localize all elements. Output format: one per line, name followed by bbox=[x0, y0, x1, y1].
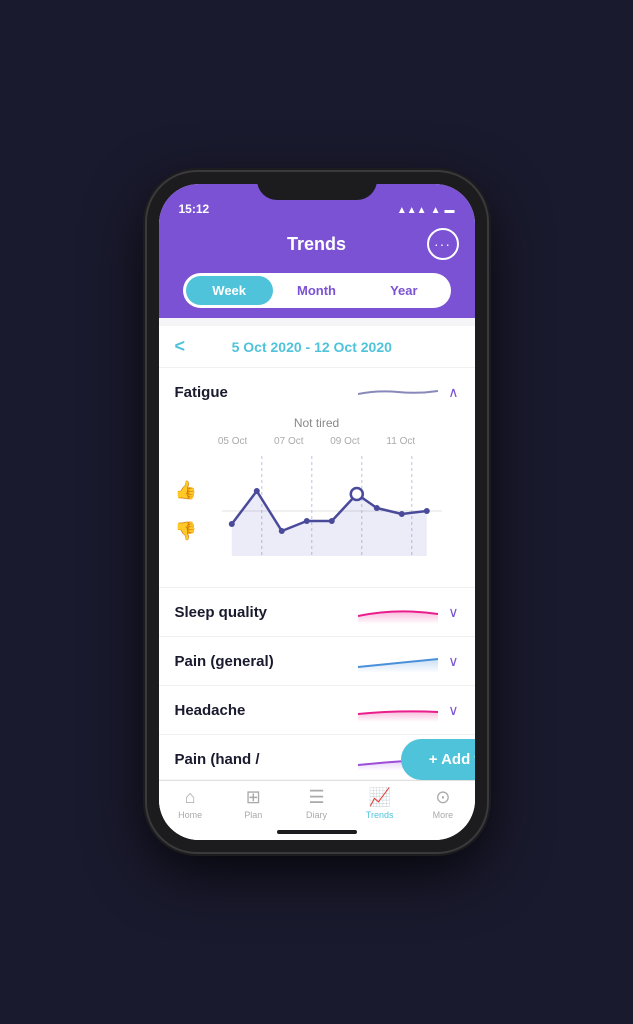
trend-fatigue-preview bbox=[358, 380, 438, 404]
tab-year[interactable]: Year bbox=[360, 276, 447, 305]
notch bbox=[257, 172, 377, 200]
signal-icon: ▲▲▲ bbox=[397, 205, 427, 216]
nav-home-label: Home bbox=[178, 810, 202, 820]
nav-trends-label: Trends bbox=[366, 810, 394, 820]
trend-sleep-preview bbox=[358, 600, 438, 624]
app-header: Trends ··· bbox=[159, 220, 475, 274]
trend-fatigue-title: Fatigue bbox=[175, 384, 359, 401]
chart-top-label: Not tired bbox=[175, 416, 459, 430]
trend-pain-preview bbox=[358, 649, 438, 673]
page-title: Trends bbox=[207, 234, 427, 255]
chart-date-3: 11 Oct bbox=[386, 436, 415, 447]
trend-pain-hand-title: Pain (hand / bbox=[175, 751, 359, 768]
date-range-label: 5 Oct 2020 - 12 Oct 2020 bbox=[185, 339, 438, 355]
prev-date-button[interactable]: < bbox=[175, 336, 186, 357]
trend-fatigue-chart: Not tired 05 Oct 07 Oct 09 Oct 11 Oct 👍 … bbox=[159, 416, 475, 587]
status-icons: ▲▲▲ ▲ ▬ bbox=[397, 205, 455, 216]
chart-date-2: 09 Oct bbox=[330, 436, 359, 447]
trend-sleep-section: Sleep quality ∨ bbox=[159, 588, 475, 637]
trend-pain-general-section: Pain (general) ∨ bbox=[159, 637, 475, 686]
trend-sleep-header[interactable]: Sleep quality ∨ bbox=[159, 588, 475, 636]
chart-area: 👍 👎 bbox=[175, 451, 459, 571]
diary-icon: ☰ bbox=[308, 787, 324, 808]
wifi-icon: ▲ bbox=[431, 205, 441, 216]
tab-month[interactable]: Month bbox=[273, 276, 360, 305]
nav-plan[interactable]: ⊞ Plan bbox=[222, 787, 285, 820]
phone-screen: 15:12 ▲▲▲ ▲ ▬ Trends ··· Week Month bbox=[159, 184, 475, 840]
trends-icon: 📈 bbox=[369, 787, 391, 808]
more-icon: ⊙ bbox=[435, 787, 450, 808]
content-area: < 5 Oct 2020 - 12 Oct 2020 Fatigue ∧ Not… bbox=[159, 326, 475, 779]
date-navigation: < 5 Oct 2020 - 12 Oct 2020 bbox=[159, 326, 475, 368]
fatigue-chart-svg bbox=[205, 456, 459, 566]
thumbs-up-icon: 👍 bbox=[175, 480, 197, 501]
tab-bar: Week Month Year bbox=[183, 273, 451, 308]
nav-home[interactable]: ⌂ Home bbox=[159, 787, 222, 820]
home-bar bbox=[159, 824, 475, 840]
bottom-nav: ⌂ Home ⊞ Plan ☰ Diary 📈 Trends ⊙ More bbox=[159, 780, 475, 824]
thumb-icons: 👍 👎 bbox=[175, 480, 197, 542]
status-time: 15:12 bbox=[179, 202, 210, 216]
chart-date-0: 05 Oct bbox=[218, 436, 247, 447]
chart-date-1: 07 Oct bbox=[274, 436, 303, 447]
fatigue-chart-container bbox=[205, 456, 459, 566]
trend-headache-section: Headache ∨ bbox=[159, 686, 475, 735]
plan-icon: ⊞ bbox=[246, 787, 261, 808]
thumbs-down-icon: 👎 bbox=[175, 521, 197, 542]
tab-bar-container: Week Month Year bbox=[159, 274, 475, 318]
battery-icon: ▬ bbox=[445, 205, 455, 216]
more-options-button[interactable]: ··· bbox=[427, 228, 459, 260]
nav-plan-label: Plan bbox=[244, 810, 262, 820]
trend-headache-title: Headache bbox=[175, 702, 359, 719]
more-options-icon: ··· bbox=[434, 236, 451, 252]
trend-fatigue-chevron: ∧ bbox=[448, 384, 458, 401]
trend-fatigue-header[interactable]: Fatigue ∧ bbox=[159, 368, 475, 416]
trend-fatigue-section: Fatigue ∧ Not tired 05 Oct 07 Oct 09 Oct… bbox=[159, 368, 475, 588]
trend-pain-general-title: Pain (general) bbox=[175, 653, 359, 670]
trend-headache-header[interactable]: Headache ∨ bbox=[159, 686, 475, 734]
trend-headache-preview bbox=[358, 698, 438, 722]
trend-sleep-title: Sleep quality bbox=[175, 604, 359, 621]
nav-diary-label: Diary bbox=[306, 810, 327, 820]
home-icon: ⌂ bbox=[185, 787, 196, 808]
home-indicator bbox=[277, 830, 357, 834]
nav-trends[interactable]: 📈 Trends bbox=[348, 787, 411, 820]
nav-more[interactable]: ⊙ More bbox=[411, 787, 474, 820]
add-trends-button[interactable]: + Add trends bbox=[401, 739, 475, 780]
trend-pain-general-chevron: ∨ bbox=[448, 653, 458, 670]
nav-diary[interactable]: ☰ Diary bbox=[285, 787, 348, 820]
trend-headache-chevron: ∨ bbox=[448, 702, 458, 719]
chart-dates: 05 Oct 07 Oct 09 Oct 11 Oct bbox=[175, 436, 459, 447]
nav-more-label: More bbox=[433, 810, 454, 820]
tab-week[interactable]: Week bbox=[186, 276, 273, 305]
phone-frame: 15:12 ▲▲▲ ▲ ▬ Trends ··· Week Month bbox=[147, 172, 487, 852]
trend-pain-general-header[interactable]: Pain (general) ∨ bbox=[159, 637, 475, 685]
trend-sleep-chevron: ∨ bbox=[448, 604, 458, 621]
